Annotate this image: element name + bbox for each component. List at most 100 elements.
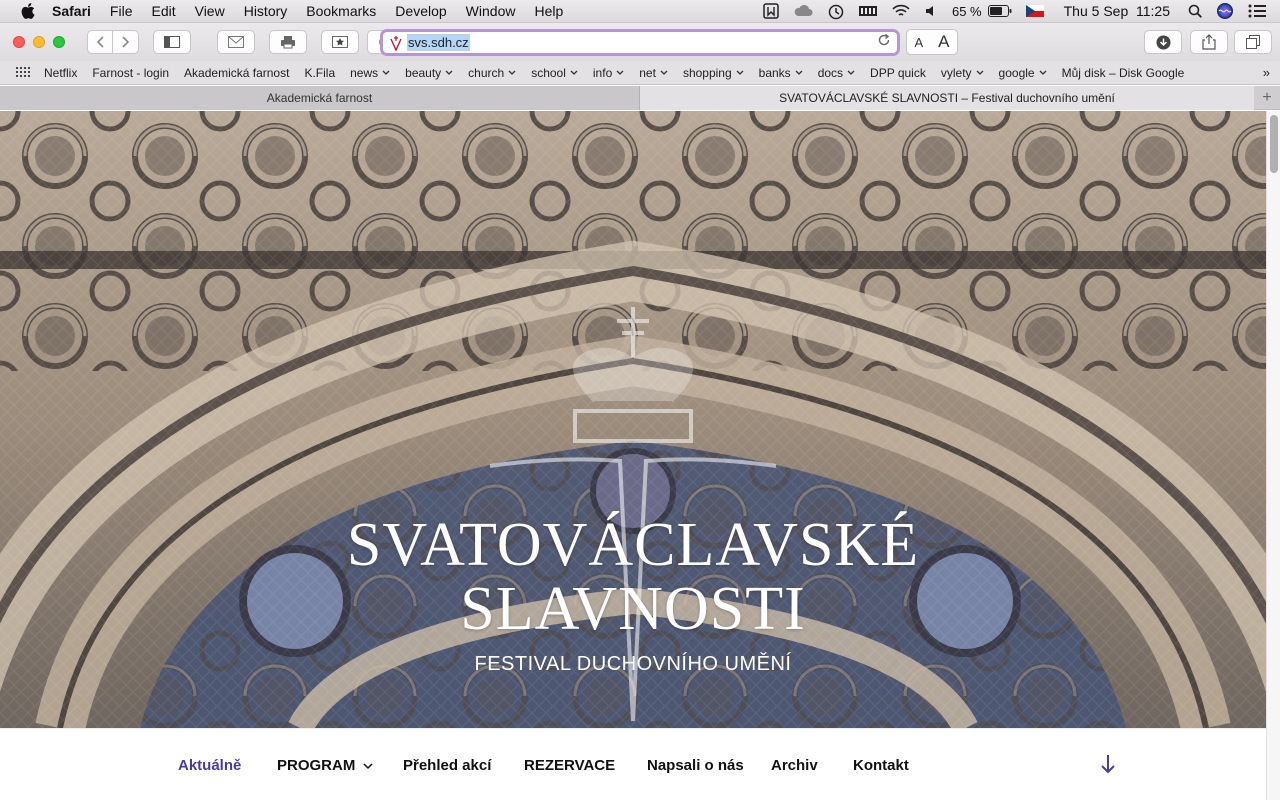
tab-svatovaclavske-slavnosti[interactable]: SVATOVÁCLAVSKÉ SLAVNOSTI – Festival duch… [640, 86, 1254, 110]
siri-icon[interactable] [1216, 2, 1234, 20]
bookmark-item[interactable]: google [999, 66, 1047, 80]
print-button[interactable] [269, 30, 307, 54]
nav-label: PROGRAM [277, 757, 356, 774]
bookmark-item[interactable]: Můj disk – Disk Google [1062, 66, 1185, 80]
time-machine-icon[interactable] [827, 3, 844, 20]
more-bookmarks-icon[interactable]: » [1263, 65, 1270, 80]
menu-develop[interactable]: Develop [395, 3, 446, 19]
hero-subtitle: FESTIVAL DUCHOVNÍHO UMĚNÍ [474, 653, 792, 675]
tab-overview-button[interactable] [1234, 30, 1272, 54]
larger-text-icon[interactable]: A [938, 32, 949, 52]
smaller-text-icon[interactable]: A [914, 35, 923, 50]
text-size-button[interactable]: A A [906, 29, 958, 55]
wifi-icon[interactable] [892, 4, 910, 18]
bookmark-label: church [468, 65, 505, 80]
battery-percent: 65 % [951, 3, 982, 19]
minimize-window-button[interactable] [33, 36, 45, 48]
menu-history[interactable]: History [244, 3, 288, 19]
chevron-down-icon [363, 757, 373, 774]
reload-icon[interactable] [877, 33, 891, 52]
web-page: SVATOVÁCLAVSKÉ SLAVNOSTI FESTIVAL DUCHOV… [0, 111, 1280, 800]
menu-edit[interactable]: Edit [151, 3, 175, 19]
cloud-icon[interactable] [793, 4, 813, 18]
bookmark-label: Netflix [44, 65, 78, 80]
notification-center-icon[interactable] [1248, 4, 1266, 18]
zoom-window-button[interactable] [53, 36, 65, 48]
clock[interactable]: Thu 5 Sep 11:25 [1064, 3, 1170, 19]
nav-aktualne[interactable]: Aktuálně [178, 757, 241, 774]
vpn-icon[interactable] [763, 3, 779, 19]
bookmark-item[interactable]: K.Fila [304, 66, 335, 80]
menu-view[interactable]: View [195, 3, 225, 19]
favorites-grid-icon[interactable] [16, 66, 30, 80]
menu-bookmarks[interactable]: Bookmarks [306, 3, 376, 19]
tab-title: SVATOVÁCLAVSKÉ SLAVNOSTI – Festival duch… [779, 91, 1115, 105]
back-button[interactable] [87, 30, 113, 54]
bookmark-item[interactable]: info [593, 66, 624, 80]
bookmark-item[interactable]: DPP quick [870, 66, 926, 80]
volume-icon[interactable] [924, 4, 938, 18]
hero-banner: SVATOVÁCLAVSKÉ SLAVNOSTI FESTIVAL DUCHOV… [0, 111, 1266, 728]
site-favicon-icon [389, 35, 403, 52]
menu-safari[interactable]: Safari [52, 3, 91, 19]
bookmarks-bar: Netflix Farnost - login Akademická farnost… [0, 61, 1280, 85]
bookmark-item[interactable]: net [639, 66, 668, 80]
nav-rezervace[interactable]: REZERVACE [524, 757, 615, 774]
bookmark-item[interactable]: beauty [405, 66, 453, 80]
tab-title: Akademická farnost [266, 91, 373, 105]
hero-title-line: SVATOVÁCLAVSKÉ [346, 511, 920, 579]
apple-menu-icon[interactable] [18, 1, 38, 21]
bookmark-item[interactable]: school [531, 66, 578, 80]
bookmark-label: docs [817, 65, 844, 80]
czech-flag-icon[interactable] [1025, 5, 1044, 17]
mail-share-button[interactable] [217, 30, 255, 54]
menu-window[interactable]: Window [466, 3, 516, 19]
bookmark-item[interactable]: shopping [683, 66, 744, 80]
bookmark-item[interactable]: Farnost - login [92, 66, 169, 80]
tab-akademicka-farnost[interactable]: Akademická farnost [0, 86, 640, 110]
nav-napsali-o-nas[interactable]: Napsali o nás [647, 757, 744, 774]
bookmark-item[interactable]: church [468, 66, 516, 80]
hero-title: SVATOVÁCLAVSKÉ SLAVNOSTI [0, 513, 1266, 641]
bookmark-label: news [350, 65, 379, 80]
bookmark-label: beauty [405, 65, 442, 80]
forward-button[interactable] [113, 30, 139, 54]
chevron-down-icon [660, 68, 668, 78]
chevron-down-icon [508, 68, 516, 78]
bookmark-star-button[interactable] [321, 30, 359, 54]
site-navigation: Aktuálně PROGRAM Přehled akcí REZERVACE … [0, 728, 1266, 800]
chevron-down-icon [1039, 68, 1047, 78]
address-bar[interactable]: svs.sdh.cz [380, 29, 900, 56]
bookmark-item[interactable]: Netflix [44, 66, 77, 80]
hero-title-line: SLAVNOSTI [460, 575, 806, 643]
menu-file[interactable]: File [110, 3, 133, 19]
sidebar-toggle-button[interactable] [153, 30, 191, 54]
share-button[interactable] [1190, 30, 1228, 54]
bookmark-label: Farnost - login [92, 65, 170, 80]
bookmark-item[interactable]: banks [759, 66, 803, 80]
close-window-button[interactable] [13, 36, 25, 48]
nav-kontakt[interactable]: Kontakt [853, 757, 909, 774]
scrollbar-thumb[interactable] [1270, 115, 1278, 173]
nav-program[interactable]: PROGRAM [277, 757, 373, 774]
window-controls [13, 36, 73, 48]
arrow-down-icon[interactable] [1100, 753, 1116, 780]
new-tab-button[interactable]: + [1254, 86, 1280, 110]
bookmark-item[interactable]: vylety [941, 66, 984, 80]
url-text[interactable]: svs.sdh.cz [407, 34, 470, 51]
bookmark-label: info [592, 65, 613, 80]
bookmark-item[interactable]: news [350, 66, 390, 80]
chevron-down-icon [382, 68, 390, 78]
bookmark-item[interactable]: Akademická farnost [184, 66, 289, 80]
battery-icon[interactable] [987, 5, 1012, 17]
nav-prehled-akci[interactable]: Přehled akcí [403, 757, 491, 774]
downloads-button[interactable] [1144, 30, 1182, 54]
spotlight-search-icon[interactable] [1188, 4, 1202, 18]
nav-archiv[interactable]: Archiv [771, 757, 818, 774]
memory-icon[interactable] [858, 4, 878, 18]
bookmark-item[interactable]: docs [818, 66, 855, 80]
menu-bar: Safari File Edit View History Bookmarks … [0, 0, 1280, 23]
page-scrollbar[interactable] [1266, 111, 1280, 800]
menu-help[interactable]: Help [534, 3, 563, 19]
bookmark-label: net [639, 65, 656, 80]
